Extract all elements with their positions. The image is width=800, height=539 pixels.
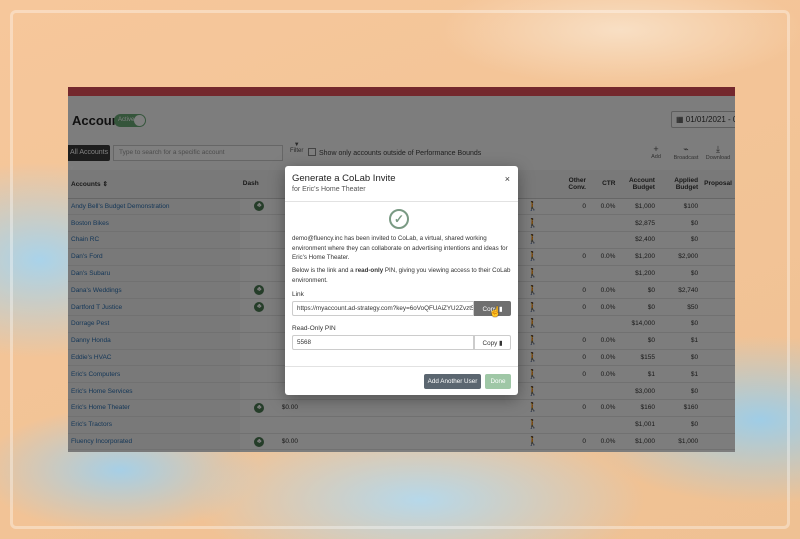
add-another-user-button[interactable]: Add Another User: [424, 374, 481, 389]
checkmark-icon: ✓: [389, 209, 409, 229]
pin-label: Read-Only PIN: [292, 325, 336, 332]
clipboard-icon: ▮: [498, 340, 503, 347]
modal-subtitle: for Eric's Home Theater: [292, 186, 366, 193]
access-message-start: Below is the link and a: [292, 267, 356, 274]
modal-title: Generate a CoLab Invite: [292, 173, 396, 184]
modal-header: Generate a CoLab Invite for Eric's Home …: [285, 166, 518, 202]
colab-invite-modal: Generate a CoLab Invite for Eric's Home …: [285, 166, 518, 395]
modal-footer-divider: [285, 366, 518, 367]
mouse-cursor-icon: ☝: [489, 307, 502, 318]
access-message: Below is the link and a read-only PIN, g…: [292, 266, 514, 285]
link-label: Link: [292, 291, 304, 298]
copy-label: Copy: [482, 340, 498, 347]
done-button[interactable]: Done: [485, 374, 511, 389]
pin-field[interactable]: 5568: [292, 335, 474, 350]
invite-message: demo@fluency.inc has been invited to CoL…: [292, 235, 508, 261]
link-field[interactable]: https://myaccount.ad-strategy.com?key=6o…: [292, 301, 474, 316]
close-icon[interactable]: ×: [505, 174, 510, 184]
access-message-bold: read-only: [355, 267, 384, 274]
copy-pin-button[interactable]: Copy ▮: [474, 335, 511, 350]
